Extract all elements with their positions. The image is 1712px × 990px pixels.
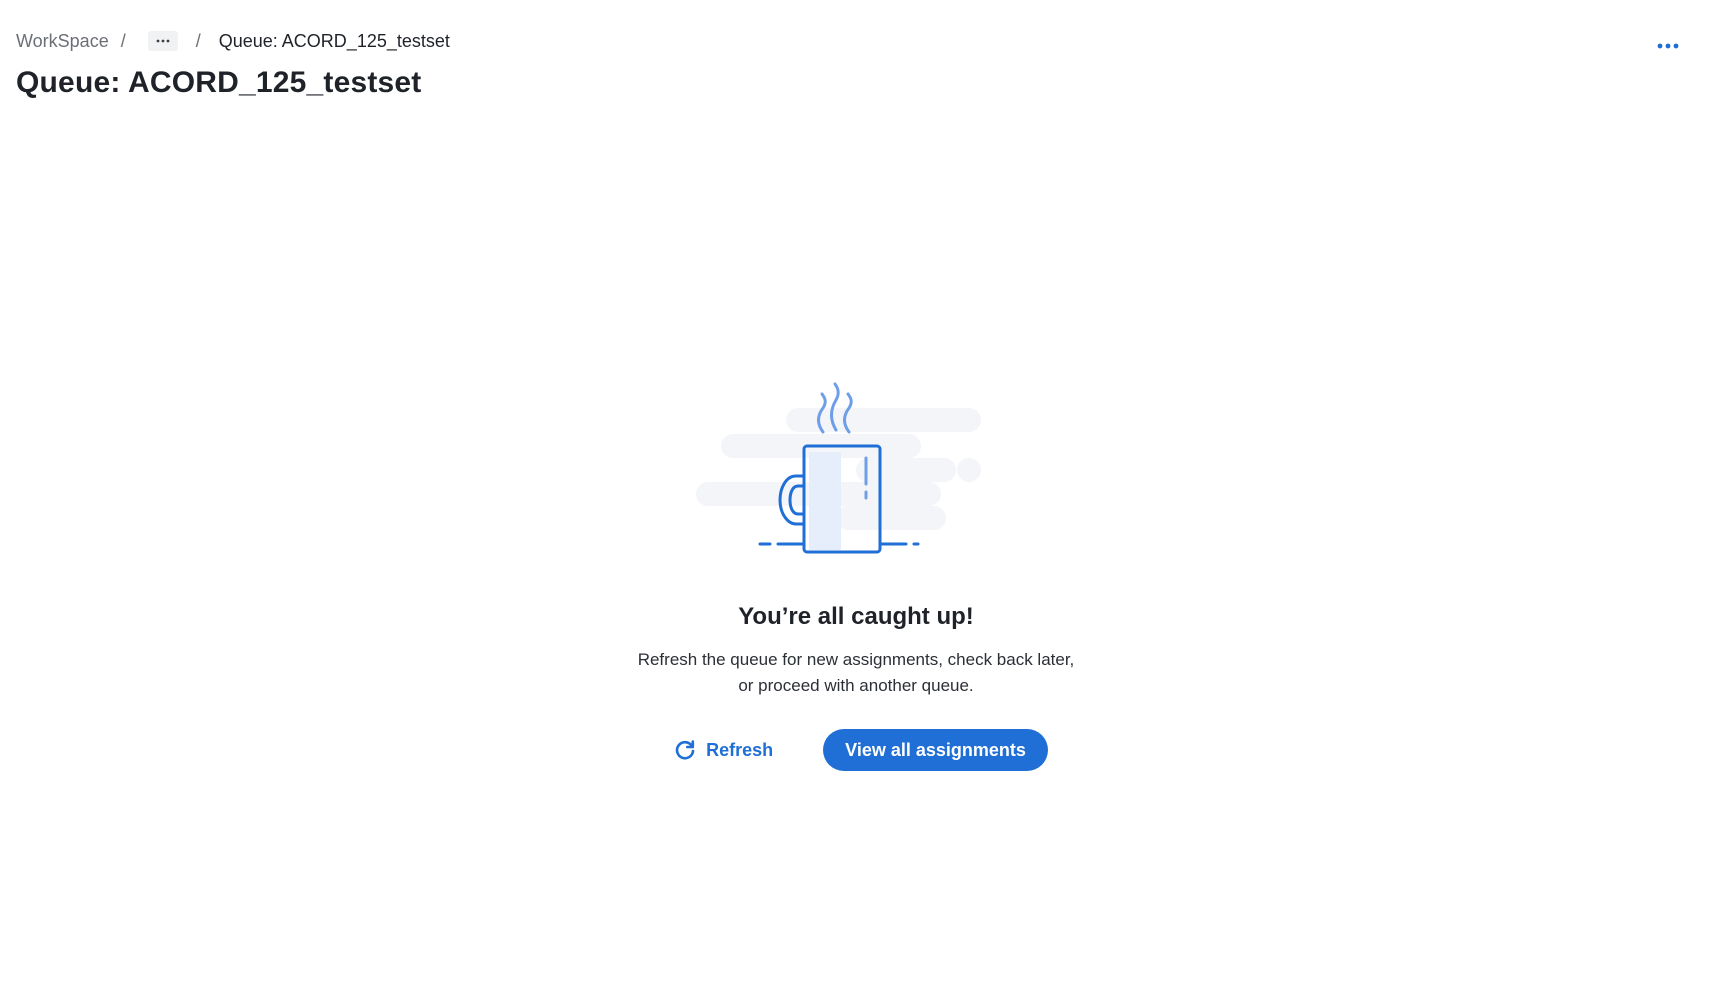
breadcrumb: WorkSpace / / Queue: ACORD_125_testset xyxy=(16,28,450,54)
breadcrumb-current: Queue: ACORD_125_testset xyxy=(218,30,450,51)
breadcrumb-separator: / xyxy=(120,30,126,51)
breadcrumb-separator: / xyxy=(195,30,201,51)
ellipsis-icon xyxy=(156,39,170,43)
page-title: Queue: ACORD_125_testset xyxy=(16,66,422,99)
breadcrumb-more-button[interactable] xyxy=(147,31,178,51)
page-more-options-button[interactable] xyxy=(1650,34,1686,58)
view-all-assignments-button[interactable]: View all assignments xyxy=(823,729,1048,771)
refresh-icon xyxy=(675,740,695,760)
empty-state-title: You’re all caught up! xyxy=(738,603,974,630)
coffee-mug-icon xyxy=(696,382,981,554)
refresh-button[interactable]: Refresh xyxy=(664,731,783,769)
refresh-button-label: Refresh xyxy=(706,739,774,760)
ellipsis-icon xyxy=(1657,43,1679,49)
empty-state: You’re all caught up! Refresh the queue … xyxy=(0,380,1712,771)
breadcrumb-workspace-link[interactable]: WorkSpace xyxy=(16,31,109,52)
mug-highlight xyxy=(809,452,841,550)
empty-state-message: Refresh the queue for new assignments, c… xyxy=(637,650,1075,695)
empty-state-actions: Refresh View all assignments xyxy=(664,729,1048,771)
